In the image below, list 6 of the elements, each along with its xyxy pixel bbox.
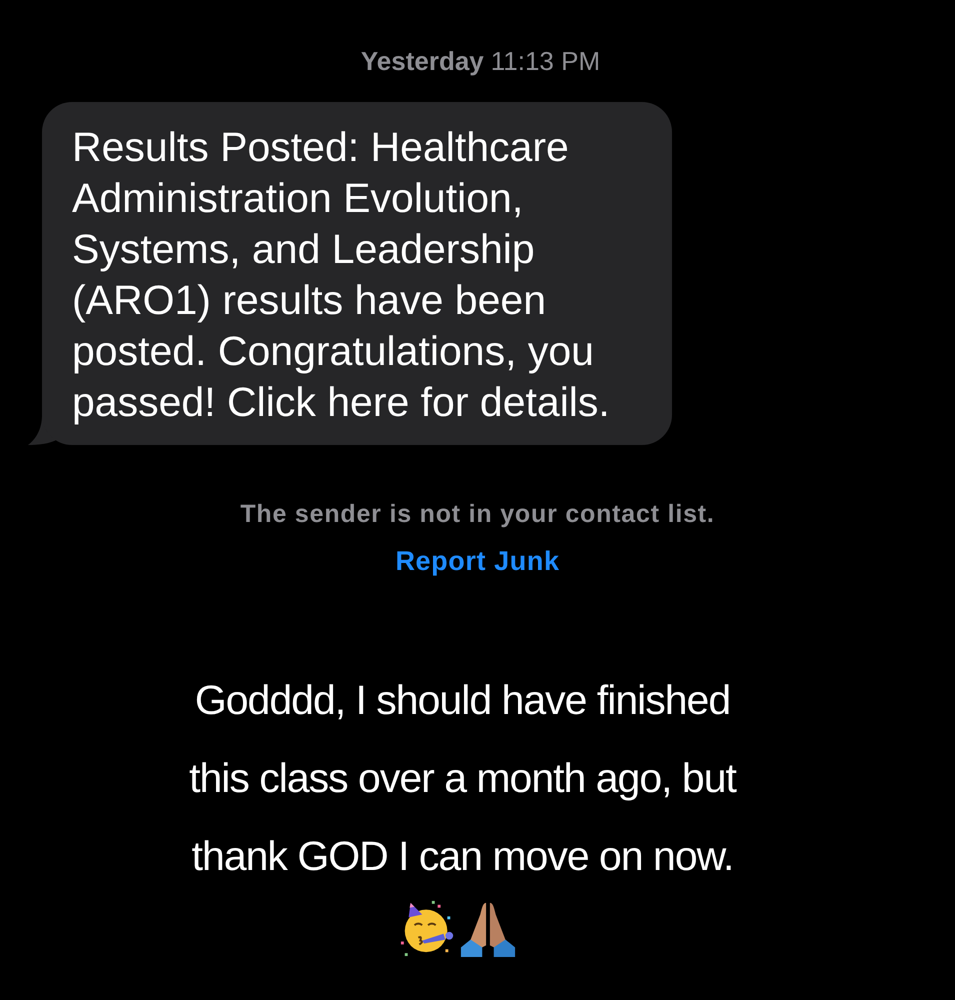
message-text: Results Posted: Healthcare Administration Evolution, Systems, and Leadership (ARO1) results have been posted. Congratulations, you passed! Click here for details. — [72, 123, 611, 427]
caption-text: Godddd, I should have finished this class over a month ago, but thank GOD I can move on now. — [188, 676, 738, 881]
timestamp-day: Yesterday — [360, 46, 484, 76]
timestamp-time: 11:13 PM — [490, 46, 600, 76]
sender-notice: The sender is not in your contact list. — [240, 499, 715, 529]
report-junk-link[interactable]: Report Junk — [395, 546, 560, 576]
